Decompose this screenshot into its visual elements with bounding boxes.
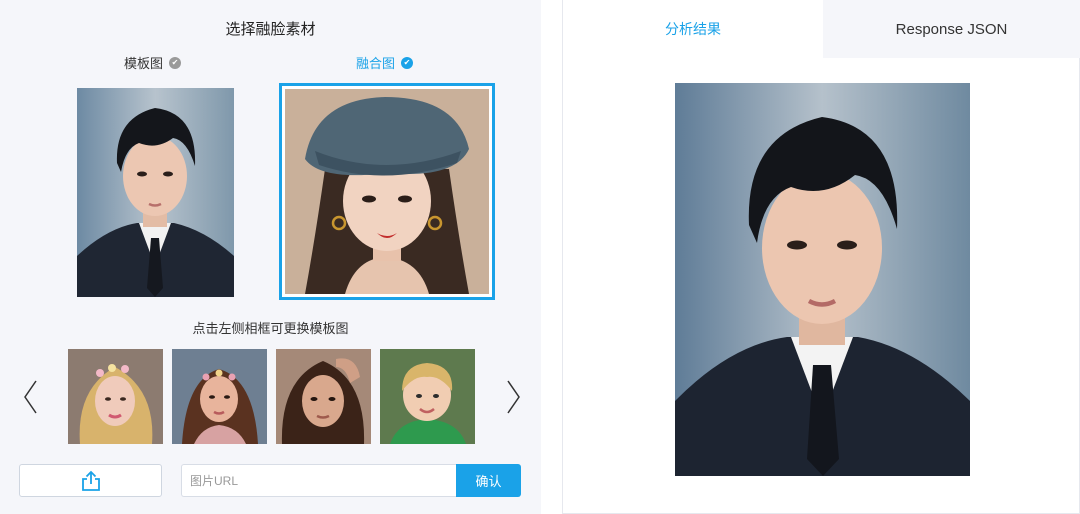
check-circle-icon: ✔ [401,56,414,69]
tab-analysis-result[interactable]: 分析结果 [563,0,823,58]
fusion-result-image [675,83,970,476]
template-label-text: 模板图 [124,57,164,72]
template-thumbnail[interactable] [172,349,267,444]
material-selection-panel: 选择融脸素材 模板图 ✔ 融合图 ✔ 点击左侧相框可更换模板图 图片URL 确认 [0,0,541,514]
template-thumbnail[interactable] [380,349,475,444]
fusion-image-frame[interactable] [279,83,495,300]
change-template-hint: 点击左侧相框可更换模板图 [192,322,349,337]
upload-icon [81,470,101,492]
check-circle-icon: ✔ [169,56,182,69]
confirm-button[interactable]: 确认 [456,464,521,497]
result-panel: 分析结果 Response JSON [562,0,1080,514]
image-url-input[interactable] [181,464,456,497]
fusion-image[interactable] [285,89,489,294]
chevron-right-icon[interactable] [498,375,528,419]
chevron-left-icon[interactable] [16,375,46,419]
fusion-label: 融合图 ✔ [356,53,414,72]
template-image[interactable] [77,88,234,297]
fusion-label-text: 融合图 [356,57,396,72]
template-thumbnail[interactable] [68,349,163,444]
upload-button[interactable] [19,464,162,497]
panel-title: 选择融脸素材 [225,20,316,38]
template-label: 模板图 ✔ [124,53,182,72]
tab-response-json[interactable]: Response JSON [823,0,1080,58]
template-thumbnail[interactable] [276,349,371,444]
